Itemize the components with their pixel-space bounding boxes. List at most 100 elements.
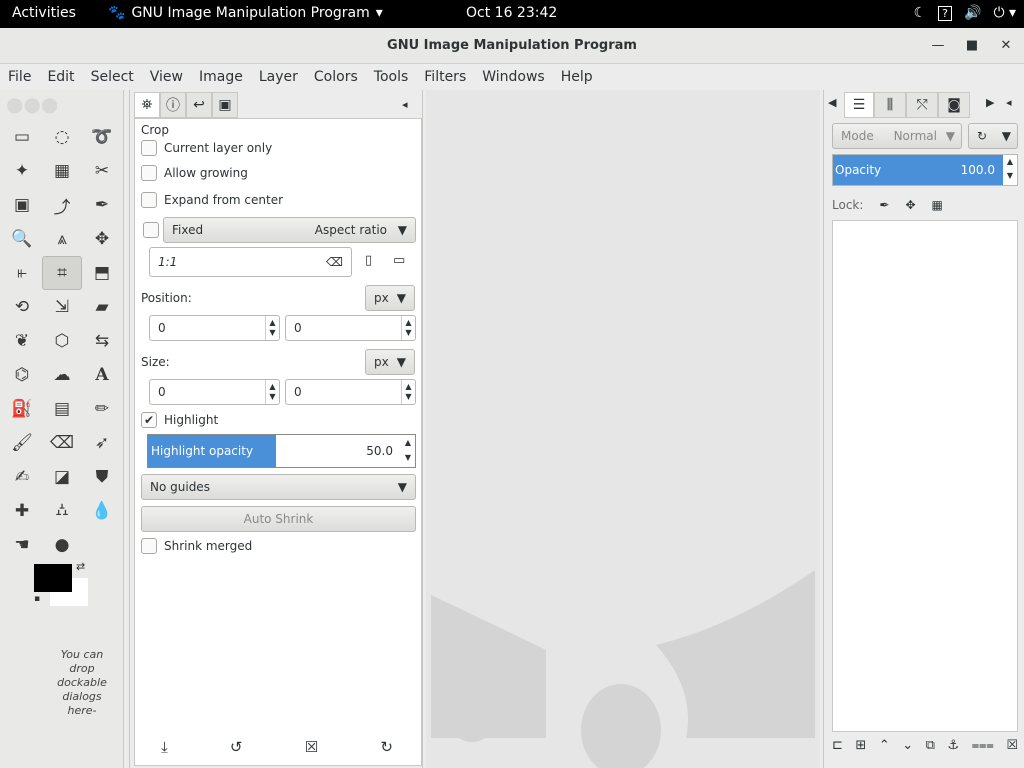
clone-icon[interactable]: ⛊ <box>82 460 122 494</box>
foreground-color-swatch[interactable] <box>34 564 72 592</box>
bucket-fill-icon[interactable]: ⛽ <box>2 392 42 426</box>
clock[interactable]: Oct 16 23:42 <box>466 5 557 21</box>
highlight-row[interactable]: ✔ Highlight <box>141 412 218 428</box>
spin-arrows[interactable]: ▲ ▼ <box>1003 155 1017 185</box>
crop-icon[interactable]: ⌗ <box>42 256 82 290</box>
menu-layer[interactable]: Layer <box>259 64 306 90</box>
position-unit-combo[interactable]: px ▼ <box>365 285 415 311</box>
current-layer-only-checkbox[interactable] <box>141 140 157 156</box>
rect-select-icon[interactable]: ▭ <box>2 120 42 154</box>
mode-combo[interactable]: Mode Normal ▼ <box>832 123 962 149</box>
spin-arrows[interactable]: ▲ ▼ <box>401 316 415 340</box>
allow-growing-checkbox[interactable] <box>141 165 157 181</box>
paths-icon[interactable]: ⤴ <box>42 188 82 222</box>
landscape-icon[interactable]: ▭ <box>393 253 405 268</box>
shear-icon[interactable]: ▰ <box>82 290 122 324</box>
save-options-icon[interactable]: ⤓ <box>161 738 168 756</box>
lock-pixels-icon[interactable]: ✒ <box>879 198 889 212</box>
highlight-opacity-slider[interactable]: Highlight opacity 50.0 ▲ ▼ <box>147 434 416 468</box>
select-by-color-icon[interactable]: ▦ <box>42 154 82 188</box>
foreground-select-icon[interactable]: ▣ <box>2 188 42 222</box>
scale-icon[interactable]: ⇲ <box>42 290 82 324</box>
menu-help[interactable]: Help <box>561 64 601 90</box>
spin-arrows[interactable]: ▲ ▼ <box>265 316 279 340</box>
position-y-input[interactable]: 0 ▲ ▼ <box>285 315 416 341</box>
scissors-icon[interactable]: ✂ <box>82 154 122 188</box>
raise-layer-icon[interactable]: ⌃ <box>879 738 890 753</box>
measure-icon[interactable]: ⩓ <box>42 222 82 256</box>
lock-alpha-icon[interactable]: ▦ <box>932 198 943 212</box>
tab-colormap[interactable]: ◙ <box>938 92 970 118</box>
ellipse-select-icon[interactable]: ◌ <box>42 120 82 154</box>
lower-layer-icon[interactable]: ⌄ <box>902 738 913 753</box>
position-x-input[interactable]: 0 ▲ ▼ <box>149 315 280 341</box>
spin-arrows[interactable]: ▲ ▼ <box>401 380 415 404</box>
move-icon[interactable]: ✥ <box>82 222 122 256</box>
app-menu[interactable]: 🐾 GNU Image Manipulation Program ▾ <box>108 5 383 21</box>
airbrush-icon[interactable]: ➶ <box>82 426 122 460</box>
zoom-icon[interactable]: 🔍 <box>2 222 42 256</box>
auto-shrink-button[interactable]: Auto Shrink <box>141 506 416 532</box>
new-layer-icon[interactable]: ⊞ <box>855 738 866 753</box>
rotate-icon[interactable]: ⟲ <box>2 290 42 324</box>
menu-file[interactable]: File <box>8 64 39 90</box>
fixed-mode-combo[interactable]: Fixed Aspect ratio ▼ <box>163 217 416 243</box>
shrink-merged-checkbox[interactable] <box>141 538 157 554</box>
shrink-merged-row[interactable]: Shrink merged <box>141 538 252 554</box>
tab-undo-history[interactable]: ↩ <box>186 92 212 118</box>
blur-icon[interactable]: 💧 <box>82 494 122 528</box>
free-select-icon[interactable]: ➰ <box>82 120 122 154</box>
expand-from-center-checkbox[interactable] <box>141 192 157 208</box>
pencil-icon[interactable]: ✏ <box>82 392 122 426</box>
reset-options-icon[interactable]: ↻ <box>380 738 393 756</box>
text-icon[interactable]: A <box>82 358 122 392</box>
paintbrush-icon[interactable]: 🖌 <box>2 426 42 460</box>
flip-icon[interactable]: ⇆ <box>82 324 122 358</box>
delete-layer-icon[interactable]: ☒ <box>1006 738 1018 753</box>
expand-from-center-row[interactable]: Expand from center <box>141 192 283 208</box>
tab-device-status[interactable]: ⓘ <box>160 92 186 118</box>
dodge-burn-icon[interactable]: ● <box>42 528 82 562</box>
menu-select[interactable]: Select <box>91 64 142 90</box>
spin-arrows[interactable]: ▲ ▼ <box>401 435 415 467</box>
allow-growing-row[interactable]: Allow growing <box>141 165 248 181</box>
tab-tool-options[interactable]: ⛯ <box>134 92 160 118</box>
color-swatches[interactable]: ⇄ ▪ <box>34 560 90 608</box>
tab-images[interactable]: ▣ <box>212 92 238 118</box>
smudge-warp-icon[interactable]: ☁ <box>42 358 82 392</box>
color-picker-icon[interactable]: ✒ <box>82 188 122 222</box>
maximize-button[interactable]: ■ <box>962 36 982 56</box>
clear-icon[interactable]: ⌫ <box>326 255 343 269</box>
eraser-icon[interactable]: ⌫ <box>42 426 82 460</box>
cage-icon[interactable]: ⌬ <box>2 358 42 392</box>
portrait-icon[interactable]: ▯ <box>365 253 372 268</box>
menu-windows[interactable]: Windows <box>482 64 553 90</box>
delete-options-icon[interactable]: ☒ <box>305 738 318 756</box>
size-height-input[interactable]: 0 ▲ ▼ <box>285 379 416 405</box>
size-unit-combo[interactable]: px ▼ <box>365 349 415 375</box>
minimize-button[interactable]: — <box>928 36 948 56</box>
heal-icon[interactable]: ✚ <box>2 494 42 528</box>
merge-layer-icon[interactable]: ⩶ <box>972 738 994 753</box>
current-layer-only-row[interactable]: Current layer only <box>141 140 272 156</box>
tab-layers[interactable]: ☰ <box>844 92 874 118</box>
layer-list[interactable] <box>832 220 1018 732</box>
ratio-input[interactable]: 1:1 ⌫ <box>149 247 352 277</box>
warp-icon[interactable]: ❦ <box>2 324 42 358</box>
mypaint-brush-icon[interactable]: ◪ <box>42 460 82 494</box>
close-button[interactable]: ✕ <box>996 36 1016 56</box>
lock-position-icon[interactable]: ✥ <box>905 198 915 212</box>
menu-filters[interactable]: Filters <box>424 64 474 90</box>
tab-paths[interactable]: ⤲ <box>906 92 938 118</box>
menu-tools[interactable]: Tools <box>374 64 417 90</box>
dock-menu-icon[interactable]: ◂ <box>402 98 408 111</box>
unified-transform-icon[interactable]: ⬒ <box>82 256 122 290</box>
tab-channels[interactable]: ⫼ <box>874 92 906 118</box>
perspective-clone-icon[interactable]: ⛼ <box>42 494 82 528</box>
menu-edit[interactable]: Edit <box>47 64 82 90</box>
scroll-right-icon[interactable]: ▶ <box>986 96 994 109</box>
guides-combo[interactable]: No guides ▼ <box>141 474 416 500</box>
ink-icon[interactable]: ✍ <box>2 460 42 494</box>
scroll-left-icon[interactable]: ◀ <box>828 96 836 109</box>
image-canvas-area[interactable] <box>426 90 820 768</box>
